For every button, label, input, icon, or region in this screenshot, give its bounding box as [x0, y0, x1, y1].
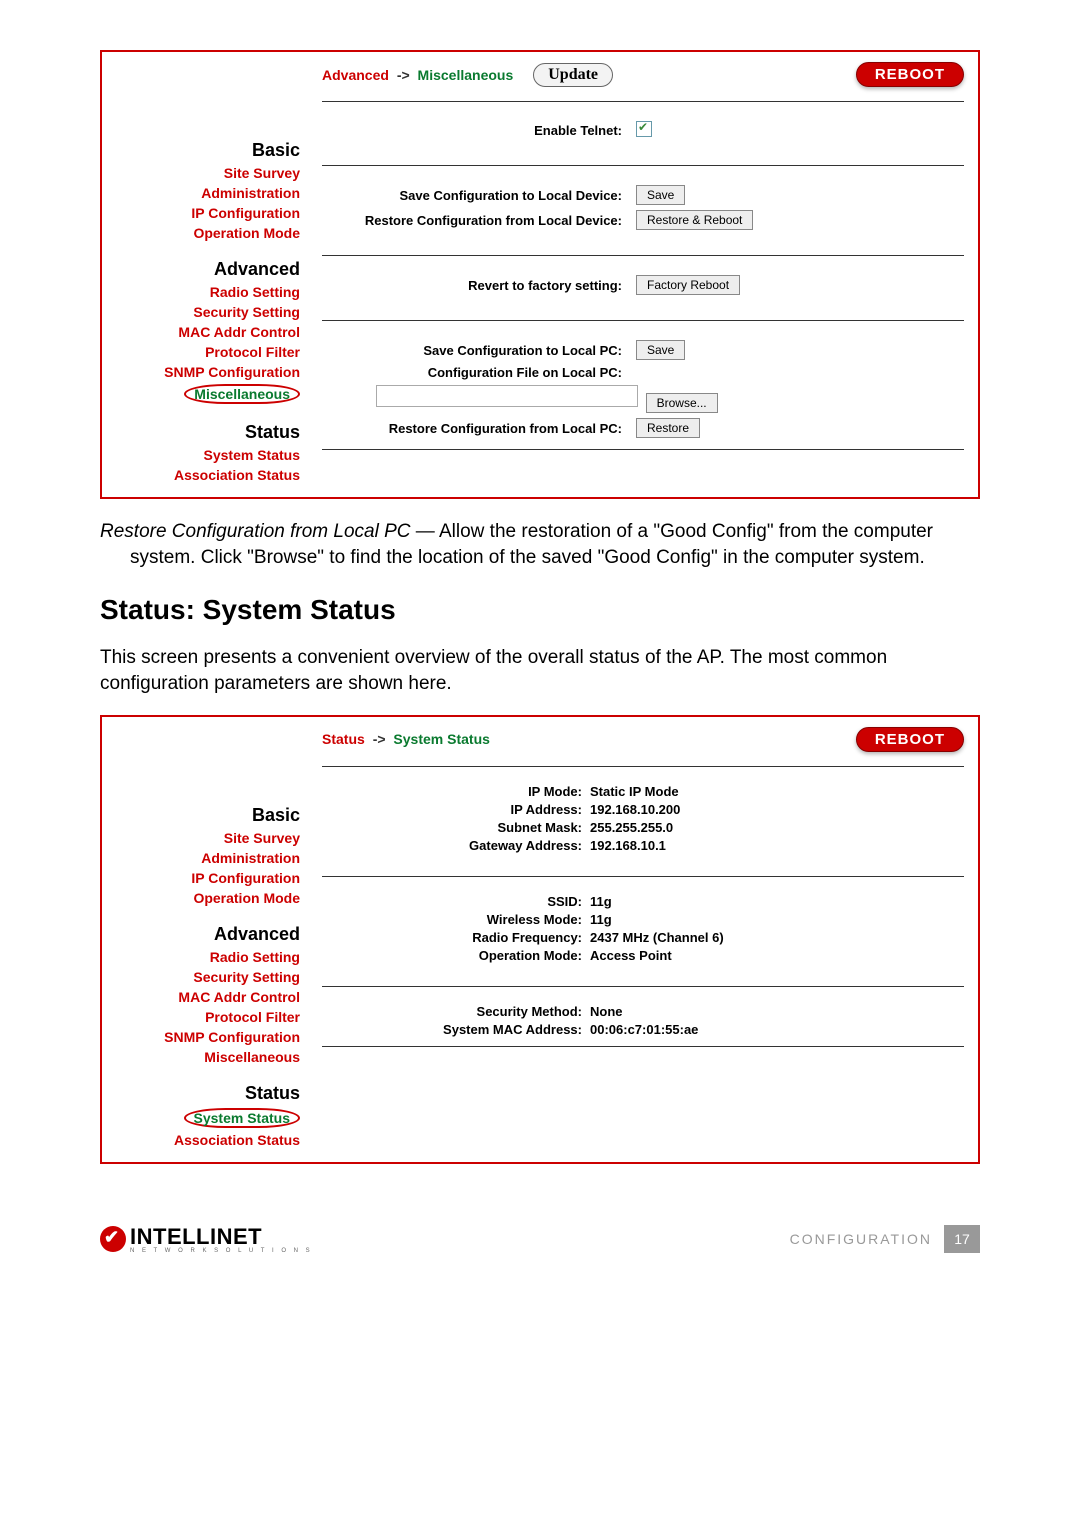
nav-heading-basic: Basic	[110, 140, 300, 161]
footer-section-label: CONFIGURATION	[790, 1231, 932, 1247]
security-method-value: None	[590, 1004, 623, 1019]
reboot-button[interactable]: REBOOT	[856, 727, 964, 752]
nav-security-setting[interactable]: Security Setting	[110, 969, 300, 985]
system-mac-value: 00:06:c7:01:55:ae	[590, 1022, 698, 1037]
body-paragraph-overview: This screen presents a convenient overvi…	[100, 645, 980, 696]
nav-snmp-configuration[interactable]: SNMP Configuration	[110, 1029, 300, 1045]
update-button[interactable]: Update	[533, 63, 613, 87]
nav-security-setting[interactable]: Security Setting	[110, 304, 300, 320]
restore-pc-button[interactable]: Restore	[636, 418, 700, 438]
nav-protocol-filter[interactable]: Protocol Filter	[110, 344, 300, 360]
nav-administration[interactable]: Administration	[110, 185, 300, 201]
nav-mac-addr-control[interactable]: MAC Addr Control	[110, 324, 300, 340]
nav-ip-configuration[interactable]: IP Configuration	[110, 870, 300, 886]
revert-factory-label: Revert to factory setting:	[322, 278, 632, 293]
save-device-button[interactable]: Save	[636, 185, 685, 205]
nav-ip-configuration[interactable]: IP Configuration	[110, 205, 300, 221]
operation-mode-value: Access Point	[590, 948, 672, 963]
breadcrumb: Status -> System Status	[322, 731, 490, 747]
config-file-input[interactable]	[376, 385, 638, 407]
gateway-value: 192.168.10.1	[590, 838, 666, 853]
nav-administration[interactable]: Administration	[110, 850, 300, 866]
nav-miscellaneous[interactable]: Miscellaneous	[110, 384, 300, 404]
nav-heading-status: Status	[110, 1083, 300, 1104]
factory-reboot-button[interactable]: Factory Reboot	[636, 275, 740, 295]
save-local-device-label: Save Configuration to Local Device:	[322, 188, 632, 203]
nav-miscellaneous[interactable]: Miscellaneous	[110, 1049, 300, 1065]
restore-reboot-button[interactable]: Restore & Reboot	[636, 210, 753, 230]
reboot-button[interactable]: REBOOT	[856, 62, 964, 87]
nav-system-status[interactable]: System Status	[110, 1108, 300, 1128]
restore-local-pc-label: Restore Configuration from Local PC:	[322, 421, 632, 436]
nav-heading-advanced: Advanced	[110, 259, 300, 280]
page-number: 17	[944, 1225, 980, 1253]
nav-mac-addr-control[interactable]: MAC Addr Control	[110, 989, 300, 1005]
radio-freq-label: Radio Frequency:	[322, 930, 590, 945]
config-file-pc-label: Configuration File on Local PC:	[322, 365, 632, 380]
enable-telnet-label: Enable Telnet:	[322, 123, 632, 138]
radio-freq-value: 2437 MHz (Channel 6)	[590, 930, 724, 945]
nav-heading-basic: Basic	[110, 805, 300, 826]
save-local-pc-label: Save Configuration to Local PC:	[322, 343, 632, 358]
system-mac-label: System MAC Address:	[322, 1022, 590, 1037]
wireless-mode-label: Wireless Mode:	[322, 912, 590, 927]
ip-address-label: IP Address:	[322, 802, 590, 817]
nav-association-status[interactable]: Association Status	[110, 467, 300, 483]
nav-heading-advanced: Advanced	[110, 924, 300, 945]
enable-telnet-checkbox[interactable]	[636, 121, 652, 137]
subnet-mask-label: Subnet Mask:	[322, 820, 590, 835]
misc-panel: Basic Site Survey Administration IP Conf…	[100, 50, 980, 499]
body-paragraph-restore: Restore Configuration from Local PC — Al…	[100, 519, 980, 570]
ip-address-value: 192.168.10.200	[590, 802, 680, 817]
nav-system-status[interactable]: System Status	[110, 447, 300, 463]
status-panel: Basic Site Survey Administration IP Conf…	[100, 715, 980, 1164]
save-pc-button[interactable]: Save	[636, 340, 685, 360]
brand-logo-icon	[100, 1226, 126, 1252]
nav-radio-setting[interactable]: Radio Setting	[110, 949, 300, 965]
nav-heading-status: Status	[110, 422, 300, 443]
restore-local-device-label: Restore Configuration from Local Device:	[322, 213, 632, 228]
operation-mode-label: Operation Mode:	[322, 948, 590, 963]
subnet-mask-value: 255.255.255.0	[590, 820, 673, 835]
nav-protocol-filter[interactable]: Protocol Filter	[110, 1009, 300, 1025]
ssid-value: 11g	[590, 894, 612, 909]
nav-snmp-configuration[interactable]: SNMP Configuration	[110, 364, 300, 380]
sidebar: Basic Site Survey Administration IP Conf…	[102, 717, 308, 1162]
section-title: Status: System Status	[100, 594, 980, 626]
gateway-label: Gateway Address:	[322, 838, 590, 853]
brand-name: INTELLINET	[130, 1224, 313, 1250]
nav-operation-mode[interactable]: Operation Mode	[110, 890, 300, 906]
nav-site-survey[interactable]: Site Survey	[110, 830, 300, 846]
wireless-mode-value: 11g	[590, 912, 612, 927]
footer: INTELLINET N E T W O R K S O L U T I O N…	[100, 1224, 980, 1254]
browse-button[interactable]: Browse...	[646, 393, 718, 413]
nav-operation-mode[interactable]: Operation Mode	[110, 225, 300, 241]
sidebar: Basic Site Survey Administration IP Conf…	[102, 52, 308, 497]
security-method-label: Security Method:	[322, 1004, 590, 1019]
ip-mode-label: IP Mode:	[322, 784, 590, 799]
ssid-label: SSID:	[322, 894, 590, 909]
ip-mode-value: Static IP Mode	[590, 784, 679, 799]
nav-site-survey[interactable]: Site Survey	[110, 165, 300, 181]
breadcrumb: Advanced -> Miscellaneous	[322, 67, 513, 83]
nav-radio-setting[interactable]: Radio Setting	[110, 284, 300, 300]
brand-tagline: N E T W O R K S O L U T I O N S	[130, 1248, 313, 1254]
nav-association-status[interactable]: Association Status	[110, 1132, 300, 1148]
